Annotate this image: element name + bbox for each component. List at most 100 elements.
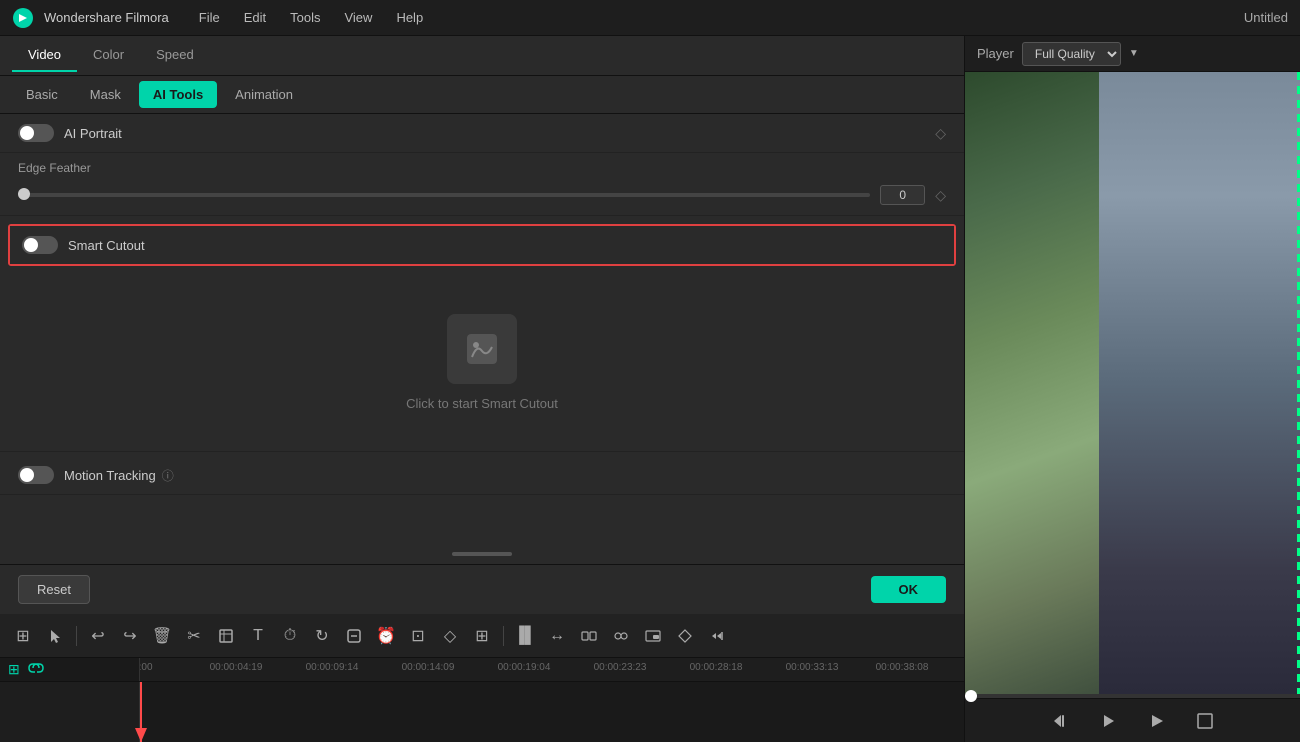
progress-thumb[interactable]	[965, 690, 977, 702]
player-bar: Player Full Quality 1/2 Quality 1/4 Qual…	[965, 36, 1300, 72]
reset-button[interactable]: Reset	[18, 575, 90, 604]
menu-tools[interactable]: Tools	[280, 6, 330, 29]
right-panel: Player Full Quality 1/2 Quality 1/4 Qual…	[965, 36, 1300, 742]
smart-cutout-section: Smart Cutout	[10, 226, 954, 264]
edge-feather-row: Edge Feather	[0, 153, 964, 185]
play-pause-button[interactable]	[1093, 705, 1125, 737]
ai-portrait-section: AI Portrait ◇	[0, 114, 964, 153]
divider-1	[0, 215, 964, 216]
toolbar-expand-icon[interactable]: ⊡	[403, 621, 433, 651]
ai-portrait-label: AI Portrait	[64, 126, 122, 141]
ruler-mark-0: 00:00	[140, 662, 153, 673]
quality-select[interactable]: Full Quality 1/2 Quality 1/4 Quality	[1022, 42, 1121, 66]
toolbar-divider-1	[76, 626, 77, 646]
motion-tracking-toggle[interactable]	[18, 466, 54, 484]
toolbar-cursor-icon[interactable]	[40, 621, 70, 651]
progress-bar[interactable]	[965, 694, 1300, 698]
toolbar-split2-icon[interactable]	[574, 621, 604, 651]
link-tracks-icon[interactable]	[28, 660, 44, 679]
menu-bar: File Edit Tools View Help	[189, 6, 433, 29]
person-bg	[1099, 72, 1300, 694]
tab-color[interactable]: Color	[77, 39, 140, 72]
ruler-mark-8: 00:00:38:08	[876, 662, 929, 673]
tab-speed[interactable]: Speed	[140, 39, 210, 72]
menu-view[interactable]: View	[334, 6, 382, 29]
ruler-mark-3: 00:00:14:09	[402, 662, 455, 673]
edge-feather-value[interactable]: 0	[880, 185, 925, 205]
track-content[interactable]	[140, 682, 964, 742]
panel-content: AI Portrait ◇ Edge Feather 0 ◇	[0, 114, 964, 544]
ruler-mark-7: 00:00:33:13	[786, 662, 839, 673]
video-frame	[965, 72, 1300, 694]
toolbar-text-icon[interactable]: T	[243, 621, 273, 651]
preview-area	[965, 72, 1300, 694]
toolbar-timer-icon[interactable]: ⏱	[275, 621, 305, 651]
toolbar-split-icon[interactable]: ⊞	[8, 621, 38, 651]
ai-portrait-toggle[interactable]	[18, 124, 54, 142]
tab-video[interactable]: Video	[12, 39, 77, 72]
toolbar-clock-icon[interactable]: ⏰	[371, 621, 401, 651]
main-layout: Video Color Speed Basic Mask AI Tools An…	[0, 36, 1300, 742]
menu-help[interactable]: Help	[386, 6, 433, 29]
subtab-mask[interactable]: Mask	[76, 81, 135, 108]
menu-edit[interactable]: Edit	[234, 6, 276, 29]
motion-tracking-info-icon[interactable]: ⓘ	[162, 467, 174, 484]
quality-chevron-icon: ▼	[1129, 48, 1139, 59]
toolbar-rotate-icon[interactable]: ↻	[307, 621, 337, 651]
divider-2	[0, 451, 964, 452]
smart-cutout-placeholder-text: Click to start Smart Cutout	[406, 396, 558, 411]
toolbar-delete-icon[interactable]: 🗑	[147, 621, 177, 651]
app-logo	[12, 7, 34, 29]
playhead[interactable]	[140, 682, 142, 742]
smart-cutout-highlighted: Smart Cutout	[8, 224, 956, 266]
ruler-mark-2: 00:00:09:14	[306, 662, 359, 673]
ruler-marks: 00:00 00:00:04:19 00:00:09:14 00:00:14:0…	[140, 658, 964, 681]
toolbar-undo-icon[interactable]: ↩	[83, 621, 113, 651]
track-left	[0, 682, 140, 742]
toolbar-audio-icon[interactable]: ▐▌	[510, 621, 540, 651]
toolbar-speed2-icon[interactable]	[702, 621, 732, 651]
smart-cutout-area[interactable]: Click to start Smart Cutout	[0, 274, 964, 451]
toolbar-crop-icon[interactable]	[211, 621, 241, 651]
ok-button[interactable]: OK	[871, 576, 947, 603]
ai-portrait-keyframe-icon[interactable]: ◇	[935, 125, 946, 142]
toolbar-subtract-icon[interactable]	[339, 621, 369, 651]
slider-row: 0 ◇	[0, 185, 964, 215]
ruler-mark-4: 00:00:19:04	[498, 662, 551, 673]
subtab-ai-tools[interactable]: AI Tools	[139, 81, 217, 108]
add-track-icon[interactable]: ⊞	[8, 661, 20, 678]
scroll-indicator	[0, 544, 964, 564]
toolbar-adjust-icon[interactable]: ⊞	[467, 621, 497, 651]
play-button[interactable]	[1141, 705, 1173, 737]
toolbar: ⊞ ↩ ↪ 🗑 ✂ T ⏱ ↻ ⏰ ⊡ ◇ ⊞ ▐▌ ↔	[0, 614, 964, 658]
subtab-animation[interactable]: Animation	[221, 81, 307, 108]
toolbar-transition-icon[interactable]	[606, 621, 636, 651]
window-title: Untitled	[1244, 10, 1288, 25]
step-back-button[interactable]	[1045, 705, 1077, 737]
menu-file[interactable]: File	[189, 6, 230, 29]
playback-controls	[965, 698, 1300, 742]
left-panel: Video Color Speed Basic Mask AI Tools An…	[0, 36, 965, 742]
edge-feather-slider[interactable]	[18, 193, 870, 197]
scroll-bar[interactable]	[452, 552, 512, 556]
titlebar: Wondershare Filmora File Edit Tools View…	[0, 0, 1300, 36]
smart-cutout-toggle[interactable]	[22, 236, 58, 254]
toolbar-keyframe-icon[interactable]	[670, 621, 700, 651]
toolbar-redo-icon[interactable]: ↪	[115, 621, 145, 651]
ruler-mark-6: 00:00:28:18	[690, 662, 743, 673]
track-area	[0, 682, 964, 742]
toolbar-diamond2-icon[interactable]: ◇	[435, 621, 465, 651]
toolbar-divider-2	[503, 626, 504, 646]
player-label: Player	[977, 46, 1014, 61]
ruler-mark-5: 00:00:23:23	[594, 662, 647, 673]
toolbar-cut-icon[interactable]: ✂	[179, 621, 209, 651]
timeline-ruler: ⊞ 00:00 00:00:04:19 00:00:09:14 00:00:14…	[0, 658, 964, 682]
toolbar-pip-icon[interactable]	[638, 621, 668, 651]
toolbar-link-icon[interactable]: ↔	[542, 621, 572, 651]
bottom-bar: Reset OK	[0, 564, 964, 614]
app-name: Wondershare Filmora	[44, 10, 169, 25]
motion-tracking-section: Motion Tracking ⓘ	[0, 456, 964, 495]
edge-feather-keyframe-icon[interactable]: ◇	[935, 187, 946, 204]
fullscreen-button[interactable]	[1189, 705, 1221, 737]
subtab-basic[interactable]: Basic	[12, 81, 72, 108]
